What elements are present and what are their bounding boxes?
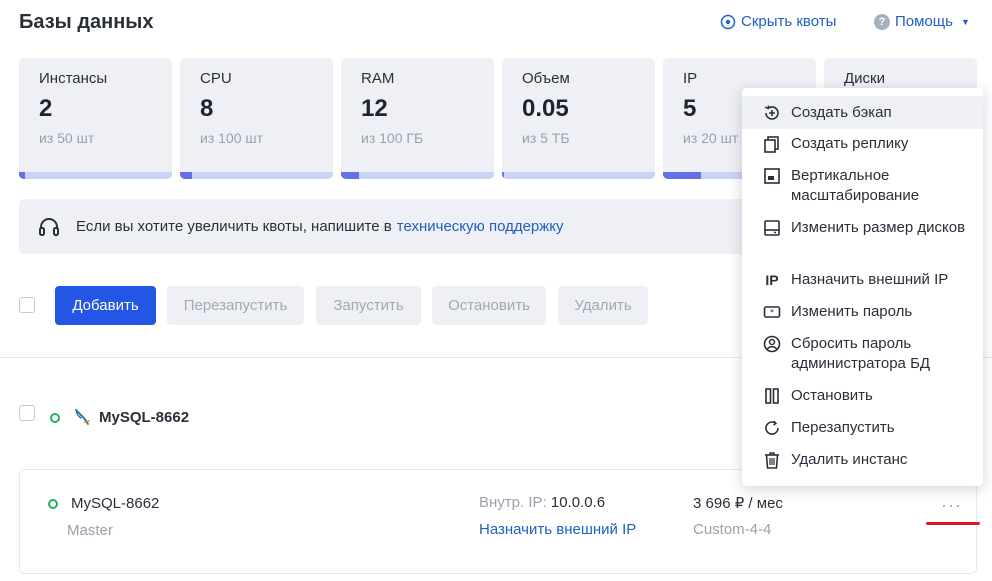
menu-item-label: Создать бэкап bbox=[791, 104, 892, 121]
menu-item-vertical-scaling[interactable]: Вертикальное масштабирование bbox=[742, 166, 983, 206]
menu-item-label: Создать реплику bbox=[791, 135, 909, 152]
question-icon: ? bbox=[874, 13, 890, 30]
menu-item-label: Сбросить пароль администратора БД bbox=[791, 335, 931, 372]
instance-price: 3 696 ₽ / мес bbox=[693, 495, 783, 512]
disk-icon bbox=[762, 218, 782, 238]
trash-icon bbox=[762, 450, 782, 470]
annotation-underline bbox=[926, 522, 980, 525]
menu-item-restart[interactable]: Перезапустить bbox=[742, 418, 983, 438]
menu-item-create-backup[interactable]: Создать бэкап bbox=[742, 96, 983, 129]
more-actions-button[interactable]: ··· bbox=[941, 496, 962, 514]
quota-card-volume: Объем 0.05 из 5 ТБ bbox=[502, 58, 655, 179]
info-text: Если вы хотите увеличить квоты, напишите… bbox=[76, 218, 392, 235]
menu-item-resize-disks[interactable]: Изменить размер дисков bbox=[742, 218, 983, 238]
menu-item-label: Изменить размер дисков bbox=[791, 219, 966, 236]
status-dot bbox=[50, 413, 60, 423]
delete-button[interactable]: Удалить bbox=[558, 286, 648, 325]
quota-bar-fill bbox=[19, 172, 26, 179]
group-checkbox[interactable] bbox=[19, 405, 35, 421]
quota-name: CPU bbox=[200, 70, 232, 87]
quota-value: 8 bbox=[200, 95, 214, 122]
select-all-checkbox[interactable] bbox=[19, 297, 35, 313]
quota-bar bbox=[19, 172, 172, 179]
chevron-down-icon: ▼ bbox=[960, 16, 970, 27]
backup-icon bbox=[762, 103, 782, 123]
quota-bar bbox=[341, 172, 494, 179]
quota-card-cpu: CPU 8 из 100 шт bbox=[180, 58, 333, 179]
menu-item-delete-instance[interactable]: Удалить инстанс bbox=[742, 450, 983, 470]
svg-text:*: * bbox=[770, 308, 774, 317]
quota-value: 12 bbox=[361, 95, 388, 122]
instance-status-dot bbox=[48, 499, 58, 509]
quota-value: 5 bbox=[683, 95, 697, 122]
quota-bar-fill bbox=[341, 172, 360, 179]
quota-value: 2 bbox=[39, 95, 53, 122]
start-button[interactable]: Запустить bbox=[316, 286, 421, 325]
headset-icon bbox=[39, 217, 59, 236]
menu-item-label: Назначить внешний IP bbox=[791, 271, 949, 288]
quota-info-banner: Если вы хотите увеличить квоты, напишите… bbox=[19, 199, 759, 254]
menu-item-label: Остановить bbox=[791, 387, 873, 404]
help-menu[interactable]: ? Помощь ▼ bbox=[874, 13, 970, 30]
menu-item-label: Удалить инстанс bbox=[791, 451, 908, 468]
add-button[interactable]: Добавить bbox=[55, 286, 156, 325]
quota-bar bbox=[180, 172, 333, 179]
support-link[interactable]: техническую поддержку bbox=[397, 218, 564, 235]
menu-item-label: Вертикальное масштабирование bbox=[791, 167, 920, 204]
eye-icon bbox=[720, 14, 736, 29]
internal-ip-value: 10.0.0.6 bbox=[550, 494, 606, 511]
mysql-dolphin-icon bbox=[75, 409, 90, 425]
quota-name: Объем bbox=[522, 70, 570, 87]
stop-button[interactable]: Остановить bbox=[432, 286, 546, 325]
quota-card-instances: Инстансы 2 из 50 шт bbox=[19, 58, 172, 179]
restart-icon bbox=[762, 418, 782, 438]
quota-limit: из 20 шт bbox=[683, 130, 739, 146]
restart-button[interactable]: Перезапустить bbox=[167, 286, 304, 325]
quota-value: 0.05 bbox=[522, 95, 569, 122]
quota-card-ram: RAM 12 из 100 ГБ bbox=[341, 58, 494, 179]
quota-limit: из 100 ГБ bbox=[361, 130, 424, 146]
help-label: Помощь bbox=[895, 13, 953, 30]
internal-ip-label: Внутр. IP: bbox=[479, 494, 547, 511]
menu-item-assign-external-ip[interactable]: IP Назначить внешний IP bbox=[742, 270, 983, 290]
instance-actions-menu: Создать бэкап Создать реплику Вертикальн… bbox=[742, 88, 983, 486]
db-group-name[interactable]: MySQL-8662 bbox=[99, 409, 189, 426]
vertical-scale-icon bbox=[762, 166, 782, 186]
password-icon: * bbox=[762, 302, 782, 322]
instance-config: Custom-4-4 bbox=[693, 521, 772, 538]
stop-icon bbox=[762, 386, 782, 406]
menu-item-change-password[interactable]: * Изменить пароль bbox=[742, 302, 983, 322]
quota-name: Диски bbox=[844, 70, 885, 87]
quota-name: Инстансы bbox=[39, 70, 108, 87]
quota-bar bbox=[502, 172, 655, 179]
menu-item-reset-admin-password[interactable]: Сбросить пароль администратора БД bbox=[742, 334, 983, 374]
instance-name[interactable]: MySQL-8662 bbox=[71, 495, 159, 512]
ip-icon: IP bbox=[765, 272, 779, 288]
internal-ip: Внутр. IP: 10.0.0.6 bbox=[479, 494, 605, 511]
user-icon bbox=[762, 334, 782, 354]
assign-external-ip-link[interactable]: Назначить внешний IP bbox=[479, 521, 636, 538]
quota-limit: из 5 ТБ bbox=[522, 130, 570, 146]
quota-bar-fill bbox=[663, 172, 702, 179]
quota-limit: из 50 шт bbox=[39, 130, 95, 146]
quota-bar-fill bbox=[502, 172, 504, 179]
quota-bar-fill bbox=[180, 172, 193, 179]
quota-name: IP bbox=[683, 70, 698, 87]
hide-quotas-label: Скрыть квоты bbox=[741, 13, 837, 30]
menu-item-label: Изменить пароль bbox=[791, 303, 913, 320]
menu-item-create-replica[interactable]: Создать реплику bbox=[742, 134, 983, 154]
hide-quotas-link[interactable]: Скрыть квоты bbox=[720, 13, 836, 30]
menu-item-stop[interactable]: Остановить bbox=[742, 386, 983, 406]
replica-icon bbox=[762, 134, 782, 154]
page-title: Базы данных bbox=[19, 11, 154, 33]
quota-name: RAM bbox=[361, 70, 395, 87]
instance-role: Master bbox=[67, 522, 113, 539]
quota-limit: из 100 шт bbox=[200, 130, 264, 146]
menu-item-label: Перезапустить bbox=[791, 419, 895, 436]
